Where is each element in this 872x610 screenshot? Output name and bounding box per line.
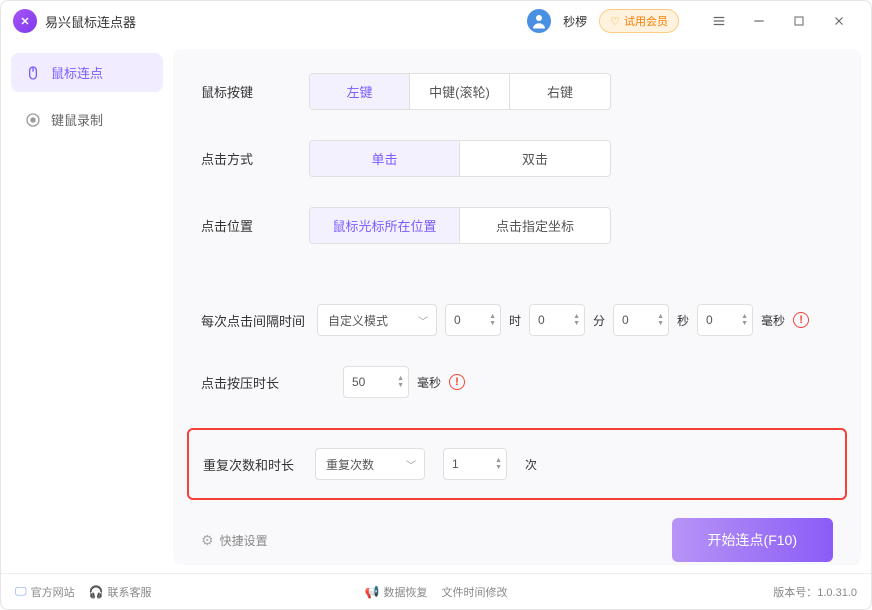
sidebar-item-label: 键鼠录制 [51, 110, 103, 129]
start-button[interactable]: 开始连点(F10) [672, 518, 833, 562]
record-icon [25, 112, 41, 128]
headset-icon: 🎧 [89, 585, 104, 599]
press-duration-label: 点击按压时长 [201, 373, 335, 392]
click-pos-segment: 鼠标光标所在位置 点击指定坐标 [309, 207, 611, 244]
sidebar-item-record[interactable]: 键鼠录制 [11, 100, 163, 139]
sidebar: 鼠标连点 键鼠录制 [1, 41, 173, 573]
warning-icon[interactable]: ! [793, 312, 809, 328]
spinner-icon[interactable]: ▲▼ [741, 313, 748, 327]
mouse-icon [25, 65, 41, 81]
click-type-label: 点击方式 [201, 149, 309, 168]
minimize-button[interactable] [739, 5, 779, 37]
warning-icon[interactable]: ! [449, 374, 465, 390]
heart-icon [610, 15, 620, 28]
fixed-pos-option[interactable]: 点击指定坐标 [460, 208, 610, 243]
version-label: 版本号：1.0.31.0 [773, 584, 857, 600]
repeat-row-highlighted: 重复次数和时长 重复次数 ﹀ 1▲▼ 次 [187, 428, 847, 500]
repeat-label: 重复次数和时长 [203, 455, 297, 474]
mouse-left-option[interactable]: 左键 [310, 74, 410, 109]
single-click-option[interactable]: 单击 [310, 141, 460, 176]
username: 秒椤 [563, 13, 587, 30]
seconds-input[interactable]: 0▲▼ [613, 304, 669, 336]
click-pos-label: 点击位置 [201, 216, 309, 235]
close-button[interactable] [819, 5, 859, 37]
hours-input[interactable]: 0▲▼ [445, 304, 501, 336]
sidebar-item-mouse-click[interactable]: 鼠标连点 [11, 53, 163, 92]
interval-mode-select[interactable]: 自定义模式 ﹀ [317, 304, 437, 336]
mouse-right-option[interactable]: 右键 [510, 74, 610, 109]
main-panel: 鼠标按键 左键 中键(滚轮) 右键 点击方式 单击 双击 点击位置 鼠标光标所在… [173, 49, 861, 565]
support-link[interactable]: 🎧 联系客服 [89, 584, 152, 600]
spinner-icon[interactable]: ▲▼ [495, 457, 502, 471]
user-avatar[interactable] [527, 9, 551, 33]
data-recovery-link[interactable]: 📢 数据恢复 [365, 584, 428, 600]
click-type-segment: 单击 双击 [309, 140, 611, 177]
chevron-down-icon: ﹀ [406, 457, 416, 472]
maximize-button[interactable] [779, 5, 819, 37]
spinner-icon[interactable]: ▲▼ [397, 375, 404, 389]
press-duration-input[interactable]: 50▲▼ [343, 366, 409, 398]
titlebar: 易兴鼠标连点器 秒椤 试用会员 [1, 1, 871, 41]
ms-input[interactable]: 0▲▼ [697, 304, 753, 336]
gear-icon [201, 532, 214, 549]
sidebar-item-label: 鼠标连点 [51, 63, 103, 82]
app-logo [13, 9, 37, 33]
spinner-icon[interactable]: ▲▼ [573, 313, 580, 327]
repeat-count-input[interactable]: 1▲▼ [443, 448, 507, 480]
minutes-input[interactable]: 0▲▼ [529, 304, 585, 336]
file-time-link[interactable]: 文件时间修改 [441, 584, 507, 600]
mouse-button-segment: 左键 中键(滚轮) 右键 [309, 73, 611, 110]
spinner-icon[interactable]: ▲▼ [657, 313, 664, 327]
mouse-middle-option[interactable]: 中键(滚轮) [410, 74, 510, 109]
interval-label: 每次点击间隔时间 [201, 311, 309, 330]
mouse-button-label: 鼠标按键 [201, 82, 309, 101]
cursor-pos-option[interactable]: 鼠标光标所在位置 [310, 208, 460, 243]
footer: 🖵 官方网站 🎧 联系客服 📢 数据恢复 文件时间修改 版本号：1.0.31.0 [1, 573, 871, 609]
repeat-mode-select[interactable]: 重复次数 ﹀ [315, 448, 425, 480]
app-title: 易兴鼠标连点器 [45, 12, 136, 31]
double-click-option[interactable]: 双击 [460, 141, 610, 176]
quick-settings-link[interactable]: 快捷设置 [201, 532, 268, 549]
website-link[interactable]: 🖵 官方网站 [15, 584, 75, 600]
vip-badge[interactable]: 试用会员 [599, 9, 679, 33]
spinner-icon[interactable]: ▲▼ [489, 313, 496, 327]
menu-button[interactable] [699, 5, 739, 37]
speaker-icon: 📢 [365, 585, 380, 599]
monitor-icon: 🖵 [15, 584, 27, 599]
chevron-down-icon: ﹀ [418, 313, 428, 328]
